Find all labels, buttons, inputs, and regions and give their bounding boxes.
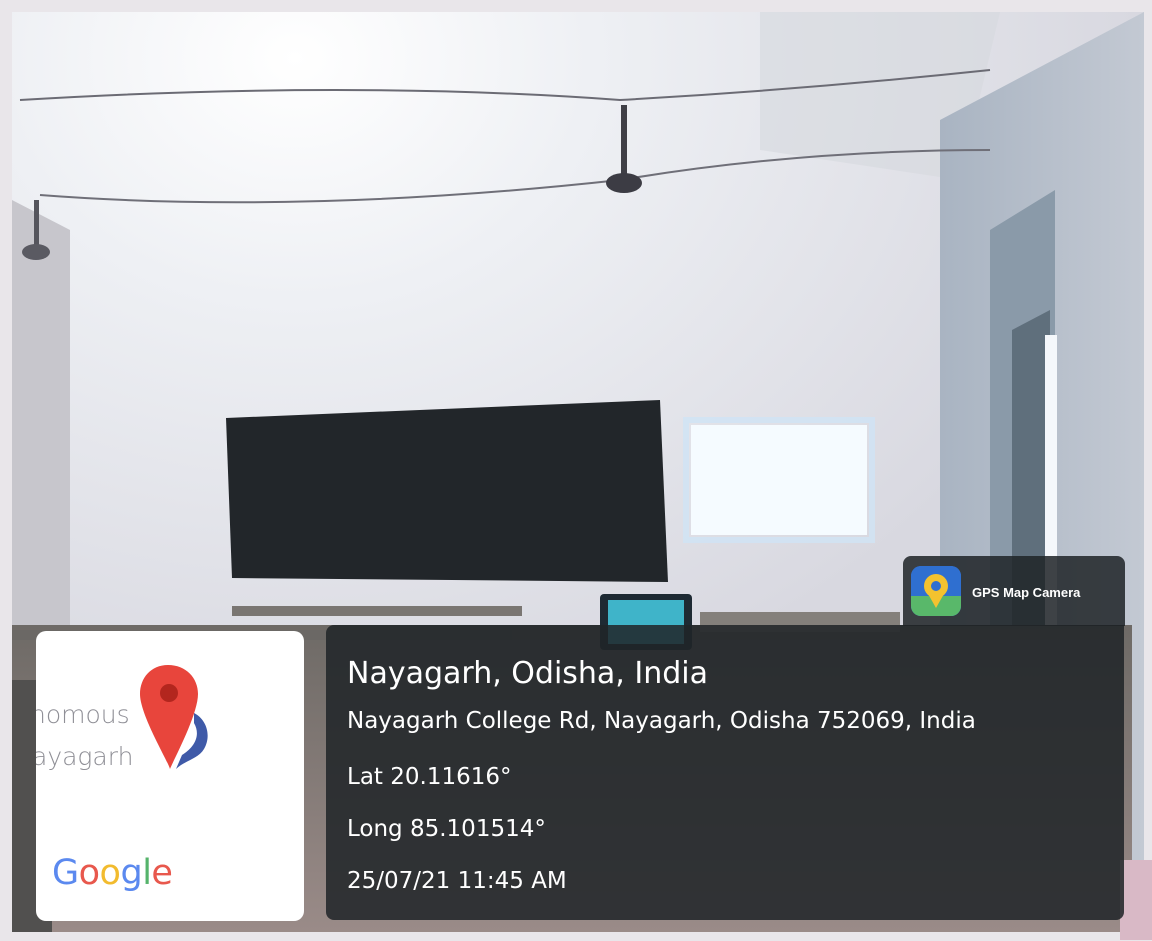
longitude: Long 85.101514° xyxy=(347,816,546,842)
timestamp: 25/07/21 11:45 AM xyxy=(347,868,567,894)
google-logo-g2: g xyxy=(120,853,143,893)
google-logo-o1: o xyxy=(78,853,100,893)
map-partial-text-1: nomous xyxy=(36,700,130,729)
latitude: Lat 20.11616° xyxy=(347,764,512,790)
gps-map-camera-icon xyxy=(911,566,961,616)
google-logo-o2: o xyxy=(99,853,121,893)
map-partial-text-2: ayagarh xyxy=(36,742,134,771)
google-logo-g: G xyxy=(52,853,79,893)
location-title: Nayagarh, Odisha, India xyxy=(347,656,708,691)
google-logo: Google xyxy=(52,853,173,893)
google-logo-e: e xyxy=(151,853,173,893)
map-pin-icon xyxy=(140,665,208,769)
map-thumbnail: nomous ayagarh Google xyxy=(36,631,304,921)
app-name: GPS Map Camera xyxy=(972,585,1081,600)
location-address: Nayagarh College Rd, Nayagarh, Odisha 75… xyxy=(347,708,976,734)
